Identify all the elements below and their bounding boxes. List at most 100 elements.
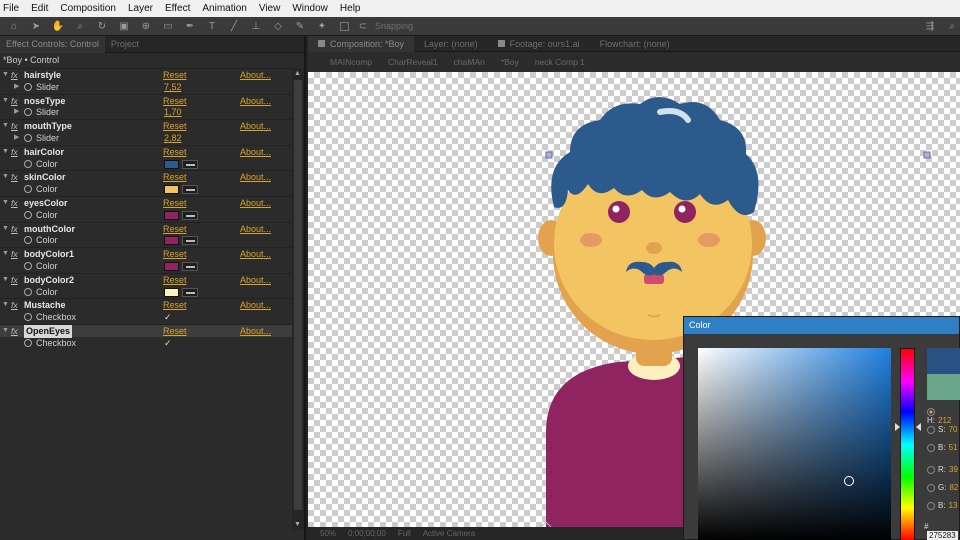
puppet-tool-icon[interactable]: ✦ — [314, 20, 330, 33]
radio-button[interactable] — [927, 501, 935, 510]
tab-composition[interactable]: Composition: *Boy — [308, 35, 415, 52]
workspace-icon[interactable]: ⇶ — [922, 20, 938, 33]
type-tool-icon[interactable]: T — [204, 20, 220, 33]
flow-item[interactable]: chaMAn — [454, 57, 485, 67]
radio-button[interactable] — [927, 425, 935, 434]
menu-file[interactable]: File — [0, 3, 25, 14]
stopwatch-icon[interactable] — [24, 185, 32, 194]
layer-handle-top-right[interactable] — [923, 151, 931, 159]
menu-help[interactable]: Help — [334, 3, 367, 14]
stopwatch-icon[interactable] — [24, 82, 32, 91]
camera-tool-icon[interactable]: ▣ — [116, 20, 132, 33]
flow-item[interactable]: neck Comp 1 — [535, 57, 585, 67]
stopwatch-icon[interactable] — [24, 287, 32, 296]
eyedropper-icon[interactable] — [182, 236, 198, 246]
eyedropper-icon[interactable] — [182, 185, 198, 195]
hue-slider-right-arrow-icon[interactable] — [916, 423, 921, 431]
radio-button[interactable] — [927, 443, 935, 452]
checkbox[interactable]: ✓ — [164, 311, 172, 324]
expand-param-triangle-icon[interactable]: ▶ — [14, 132, 19, 145]
saturation-brightness-field[interactable] — [698, 348, 891, 540]
slider-value[interactable]: 7,52 — [164, 81, 182, 94]
brush-tool-icon[interactable]: ╱ — [226, 20, 242, 33]
stopwatch-icon[interactable] — [24, 338, 32, 347]
stopwatch-icon[interactable] — [24, 261, 32, 270]
tab-footage[interactable]: Footage: ours1.ai — [488, 36, 590, 52]
color-swatch[interactable] — [164, 287, 179, 297]
color-field-value[interactable]: 82 — [949, 483, 958, 492]
flow-item[interactable]: CharReveal1 — [388, 57, 438, 67]
color-field-value[interactable]: 39 — [949, 465, 958, 474]
hand-tool-icon[interactable]: ✋ — [50, 20, 66, 33]
hue-slider[interactable] — [900, 348, 915, 540]
effect-row[interactable]: ▼ fx mouthColor Reset About... — [0, 221, 292, 235]
menu-effect[interactable]: Effect — [159, 3, 196, 14]
selection-tool-icon[interactable]: ➤ — [28, 20, 44, 33]
flow-item[interactable]: *Boy — [501, 57, 519, 67]
tab-effect-controls[interactable]: Effect Controls: Control — [0, 35, 105, 53]
effect-row[interactable]: ▼ fx eyesColor Reset About... — [0, 195, 292, 209]
stopwatch-icon[interactable] — [24, 133, 32, 142]
home-icon[interactable]: ⌂ — [6, 20, 22, 33]
hue-slider-left-arrow-icon[interactable] — [895, 423, 900, 431]
active-camera[interactable]: Active Camera — [423, 529, 475, 538]
zoom-tool-icon[interactable]: ⌕ — [72, 20, 88, 33]
effect-row[interactable]: ▼ fx Mustache Reset About... — [0, 298, 292, 311]
menu-edit[interactable]: Edit — [25, 3, 54, 14]
color-swatch[interactable] — [164, 261, 179, 271]
effect-row[interactable]: ▼ fx mouthType Reset About... — [0, 119, 292, 132]
scroll-up-icon[interactable]: ▲ — [294, 70, 301, 77]
menu-animation[interactable]: Animation — [196, 3, 252, 14]
original-color-swatch[interactable] — [927, 374, 960, 400]
color-field-value[interactable]: 212 — [938, 416, 951, 425]
hex-input[interactable]: 275283 — [927, 531, 958, 540]
color-swatch[interactable] — [164, 236, 179, 246]
eraser-tool-icon[interactable]: ◇ — [270, 20, 286, 33]
color-field-value[interactable]: 51 — [949, 443, 958, 452]
roto-brush-tool-icon[interactable]: ✎ — [292, 20, 308, 33]
radio-button[interactable] — [927, 465, 935, 474]
color-swatch[interactable] — [164, 185, 179, 195]
expand-param-triangle-icon[interactable]: ▶ — [14, 106, 19, 119]
effects-scrollbar[interactable]: ▲ ▼ — [292, 68, 304, 530]
menu-layer[interactable]: Layer — [122, 3, 159, 14]
snapping-checkbox[interactable] — [340, 21, 349, 31]
scroll-down-icon[interactable]: ▼ — [294, 521, 301, 528]
eyedropper-icon[interactable] — [182, 287, 198, 297]
stopwatch-icon[interactable] — [24, 108, 32, 117]
zoom-level[interactable]: 50% — [320, 529, 336, 538]
slider-value[interactable]: 1,70 — [164, 106, 182, 119]
color-cursor[interactable] — [844, 476, 854, 486]
eyedropper-icon[interactable] — [182, 159, 198, 169]
stopwatch-icon[interactable] — [24, 236, 32, 245]
effect-row[interactable]: ▼ fx noseType Reset About... — [0, 93, 292, 107]
radio-button[interactable] — [927, 407, 935, 416]
eyedropper-icon[interactable] — [182, 261, 198, 271]
resolution[interactable]: Full — [398, 529, 411, 538]
eyedropper-icon[interactable] — [182, 210, 198, 220]
stopwatch-icon[interactable] — [24, 210, 32, 219]
tab-project[interactable]: Project — [105, 36, 145, 53]
tab-layer[interactable]: Layer: (none) — [414, 36, 488, 52]
effect-row[interactable]: ▼ fx hairColor Reset About... — [0, 144, 292, 158]
menu-window[interactable]: Window — [286, 3, 334, 14]
current-time[interactable]: 0;00;00;00 — [348, 529, 386, 538]
slider-value[interactable]: 2,82 — [164, 132, 182, 145]
effect-row[interactable]: ▼ fx hairstyle Reset About... — [0, 68, 292, 81]
color-field-value[interactable]: 70 — [949, 425, 958, 434]
effect-row[interactable]: ▼ fx skinColor Reset About... — [0, 170, 292, 183]
menu-composition[interactable]: Composition — [54, 3, 122, 14]
stopwatch-icon[interactable] — [24, 159, 32, 168]
effect-row[interactable]: ▼ fx bodyColor2 Reset About... — [0, 272, 292, 286]
tab-flowchart[interactable]: Flowchart: (none) — [590, 36, 680, 52]
clone-stamp-tool-icon[interactable]: ⊥ — [248, 20, 264, 33]
stopwatch-icon[interactable] — [24, 313, 32, 322]
checkbox[interactable]: ✓ — [164, 337, 172, 350]
scrollbar-thumb[interactable] — [294, 80, 302, 510]
mask-tool-icon[interactable]: ▭ — [160, 20, 176, 33]
color-field-value[interactable]: 13 — [949, 501, 958, 510]
color-swatch[interactable] — [164, 210, 179, 220]
color-swatch[interactable] — [164, 159, 179, 169]
effect-row[interactable]: ▼ fx bodyColor1 Reset About... — [0, 247, 292, 260]
expand-param-triangle-icon[interactable]: ▶ — [14, 81, 19, 94]
